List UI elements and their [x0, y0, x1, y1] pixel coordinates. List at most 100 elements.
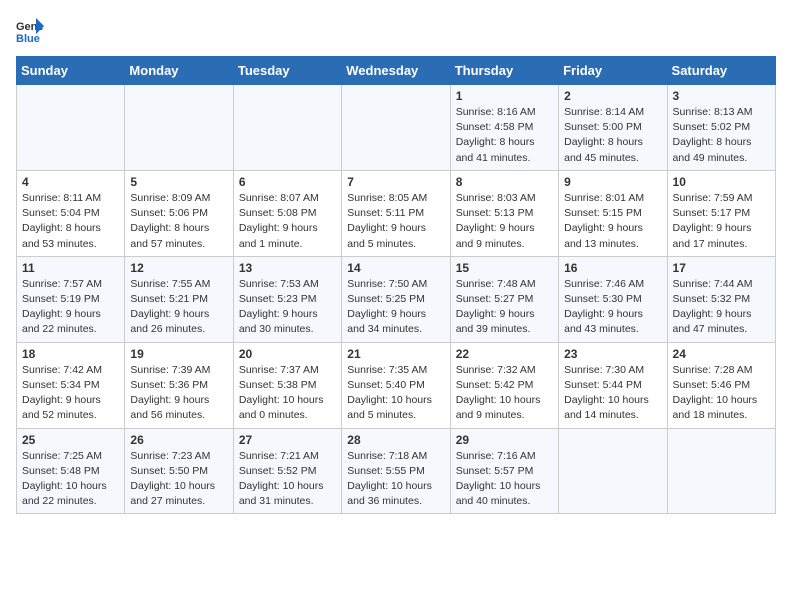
day-number: 2: [564, 89, 661, 103]
day-content: Sunrise: 8:14 AM Sunset: 5:00 PM Dayligh…: [564, 105, 661, 166]
day-content: Sunrise: 7:59 AM Sunset: 5:17 PM Dayligh…: [673, 191, 770, 252]
calendar-cell: 27 Sunrise: 7:21 AM Sunset: 5:52 PM Dayli…: [233, 428, 341, 514]
column-header-friday: Friday: [559, 57, 667, 85]
day-number: 3: [673, 89, 770, 103]
calendar-cell: 6 Sunrise: 8:07 AM Sunset: 5:08 PM Daylig…: [233, 170, 341, 256]
day-number: 9: [564, 175, 661, 189]
day-number: 13: [239, 261, 336, 275]
day-content: Sunrise: 8:03 AM Sunset: 5:13 PM Dayligh…: [456, 191, 553, 252]
day-number: 29: [456, 433, 553, 447]
day-content: Sunrise: 7:16 AM Sunset: 5:57 PM Dayligh…: [456, 449, 553, 510]
day-number: 17: [673, 261, 770, 275]
day-number: 10: [673, 175, 770, 189]
day-content: Sunrise: 7:44 AM Sunset: 5:32 PM Dayligh…: [673, 277, 770, 338]
day-content: Sunrise: 7:25 AM Sunset: 5:48 PM Dayligh…: [22, 449, 119, 510]
page-header: General Blue: [16, 16, 776, 44]
day-content: Sunrise: 8:01 AM Sunset: 5:15 PM Dayligh…: [564, 191, 661, 252]
day-number: 4: [22, 175, 119, 189]
column-header-sunday: Sunday: [17, 57, 125, 85]
calendar-cell: 12 Sunrise: 7:55 AM Sunset: 5:21 PM Dayli…: [125, 256, 233, 342]
day-number: 20: [239, 347, 336, 361]
day-number: 22: [456, 347, 553, 361]
day-content: Sunrise: 7:55 AM Sunset: 5:21 PM Dayligh…: [130, 277, 227, 338]
calendar-cell: 20 Sunrise: 7:37 AM Sunset: 5:38 PM Dayli…: [233, 342, 341, 428]
calendar-cell: 7 Sunrise: 8:05 AM Sunset: 5:11 PM Daylig…: [342, 170, 450, 256]
day-content: Sunrise: 7:21 AM Sunset: 5:52 PM Dayligh…: [239, 449, 336, 510]
calendar-cell: 4 Sunrise: 8:11 AM Sunset: 5:04 PM Daylig…: [17, 170, 125, 256]
calendar-cell: 28 Sunrise: 7:18 AM Sunset: 5:55 PM Dayli…: [342, 428, 450, 514]
day-content: Sunrise: 7:39 AM Sunset: 5:36 PM Dayligh…: [130, 363, 227, 424]
calendar-cell: 22 Sunrise: 7:32 AM Sunset: 5:42 PM Dayli…: [450, 342, 558, 428]
day-content: Sunrise: 8:05 AM Sunset: 5:11 PM Dayligh…: [347, 191, 444, 252]
day-number: 19: [130, 347, 227, 361]
day-content: Sunrise: 8:07 AM Sunset: 5:08 PM Dayligh…: [239, 191, 336, 252]
calendar-cell: 10 Sunrise: 7:59 AM Sunset: 5:17 PM Dayli…: [667, 170, 775, 256]
calendar-header-row: SundayMondayTuesdayWednesdayThursdayFrid…: [17, 57, 776, 85]
day-content: Sunrise: 8:13 AM Sunset: 5:02 PM Dayligh…: [673, 105, 770, 166]
day-number: 1: [456, 89, 553, 103]
day-content: Sunrise: 7:23 AM Sunset: 5:50 PM Dayligh…: [130, 449, 227, 510]
logo: General Blue: [16, 16, 48, 44]
day-content: Sunrise: 7:53 AM Sunset: 5:23 PM Dayligh…: [239, 277, 336, 338]
calendar-cell: 2 Sunrise: 8:14 AM Sunset: 5:00 PM Daylig…: [559, 85, 667, 171]
calendar-cell: 16Sunrise: 7:46 AM Sunset: 5:30 PM Dayli…: [559, 256, 667, 342]
svg-text:Blue: Blue: [16, 33, 40, 44]
column-header-monday: Monday: [125, 57, 233, 85]
day-number: 11: [22, 261, 119, 275]
day-content: Sunrise: 7:46 AM Sunset: 5:30 PM Dayligh…: [564, 277, 661, 338]
day-content: Sunrise: 7:35 AM Sunset: 5:40 PM Dayligh…: [347, 363, 444, 424]
day-number: 12: [130, 261, 227, 275]
calendar-week-row: 25 Sunrise: 7:25 AM Sunset: 5:48 PM Dayli…: [17, 428, 776, 514]
calendar-cell: 19 Sunrise: 7:39 AM Sunset: 5:36 PM Dayli…: [125, 342, 233, 428]
calendar-cell: 23 Sunrise: 7:30 AM Sunset: 5:44 PM Dayli…: [559, 342, 667, 428]
day-content: Sunrise: 7:30 AM Sunset: 5:44 PM Dayligh…: [564, 363, 661, 424]
day-content: Sunrise: 8:09 AM Sunset: 5:06 PM Dayligh…: [130, 191, 227, 252]
day-number: 18: [22, 347, 119, 361]
day-content: Sunrise: 7:32 AM Sunset: 5:42 PM Dayligh…: [456, 363, 553, 424]
day-number: 27: [239, 433, 336, 447]
calendar-cell: [559, 428, 667, 514]
column-header-saturday: Saturday: [667, 57, 775, 85]
calendar-cell: 18 Sunrise: 7:42 AM Sunset: 5:34 PM Dayli…: [17, 342, 125, 428]
day-content: Sunrise: 7:18 AM Sunset: 5:55 PM Dayligh…: [347, 449, 444, 510]
day-number: 28: [347, 433, 444, 447]
day-number: 26: [130, 433, 227, 447]
day-number: 6: [239, 175, 336, 189]
day-number: 15: [456, 261, 553, 275]
calendar-cell: 25 Sunrise: 7:25 AM Sunset: 5:48 PM Dayli…: [17, 428, 125, 514]
day-number: 7: [347, 175, 444, 189]
calendar-cell: [667, 428, 775, 514]
calendar-cell: [125, 85, 233, 171]
calendar-week-row: 4 Sunrise: 8:11 AM Sunset: 5:04 PM Daylig…: [17, 170, 776, 256]
calendar-cell: 24Sunrise: 7:28 AM Sunset: 5:46 PM Dayli…: [667, 342, 775, 428]
column-header-thursday: Thursday: [450, 57, 558, 85]
day-number: 8: [456, 175, 553, 189]
calendar-table: SundayMondayTuesdayWednesdayThursdayFrid…: [16, 56, 776, 514]
calendar-cell: 17 Sunrise: 7:44 AM Sunset: 5:32 PM Dayli…: [667, 256, 775, 342]
day-content: Sunrise: 7:57 AM Sunset: 5:19 PM Dayligh…: [22, 277, 119, 338]
day-number: 23: [564, 347, 661, 361]
day-content: Sunrise: 8:11 AM Sunset: 5:04 PM Dayligh…: [22, 191, 119, 252]
calendar-cell: 8 Sunrise: 8:03 AM Sunset: 5:13 PM Daylig…: [450, 170, 558, 256]
calendar-cell: 3 Sunrise: 8:13 AM Sunset: 5:02 PM Daylig…: [667, 85, 775, 171]
column-header-wednesday: Wednesday: [342, 57, 450, 85]
calendar-cell: 14Sunrise: 7:50 AM Sunset: 5:25 PM Dayli…: [342, 256, 450, 342]
calendar-cell: 15 Sunrise: 7:48 AM Sunset: 5:27 PM Dayli…: [450, 256, 558, 342]
calendar-cell: 26 Sunrise: 7:23 AM Sunset: 5:50 PM Dayli…: [125, 428, 233, 514]
day-content: Sunrise: 7:37 AM Sunset: 5:38 PM Dayligh…: [239, 363, 336, 424]
logo-icon: General Blue: [16, 16, 44, 44]
day-content: Sunrise: 7:48 AM Sunset: 5:27 PM Dayligh…: [456, 277, 553, 338]
calendar-cell: [233, 85, 341, 171]
day-content: Sunrise: 7:42 AM Sunset: 5:34 PM Dayligh…: [22, 363, 119, 424]
day-number: 25: [22, 433, 119, 447]
day-number: 14: [347, 261, 444, 275]
day-content: Sunrise: 8:16 AM Sunset: 4:58 PM Dayligh…: [456, 105, 553, 166]
day-content: Sunrise: 7:28 AM Sunset: 5:46 PM Dayligh…: [673, 363, 770, 424]
calendar-cell: 1 Sunrise: 8:16 AM Sunset: 4:58 PM Daylig…: [450, 85, 558, 171]
calendar-cell: 13 Sunrise: 7:53 AM Sunset: 5:23 PM Dayli…: [233, 256, 341, 342]
calendar-cell: [342, 85, 450, 171]
calendar-week-row: 1 Sunrise: 8:16 AM Sunset: 4:58 PM Daylig…: [17, 85, 776, 171]
calendar-week-row: 18 Sunrise: 7:42 AM Sunset: 5:34 PM Dayli…: [17, 342, 776, 428]
calendar-cell: 9 Sunrise: 8:01 AM Sunset: 5:15 PM Daylig…: [559, 170, 667, 256]
calendar-cell: [17, 85, 125, 171]
